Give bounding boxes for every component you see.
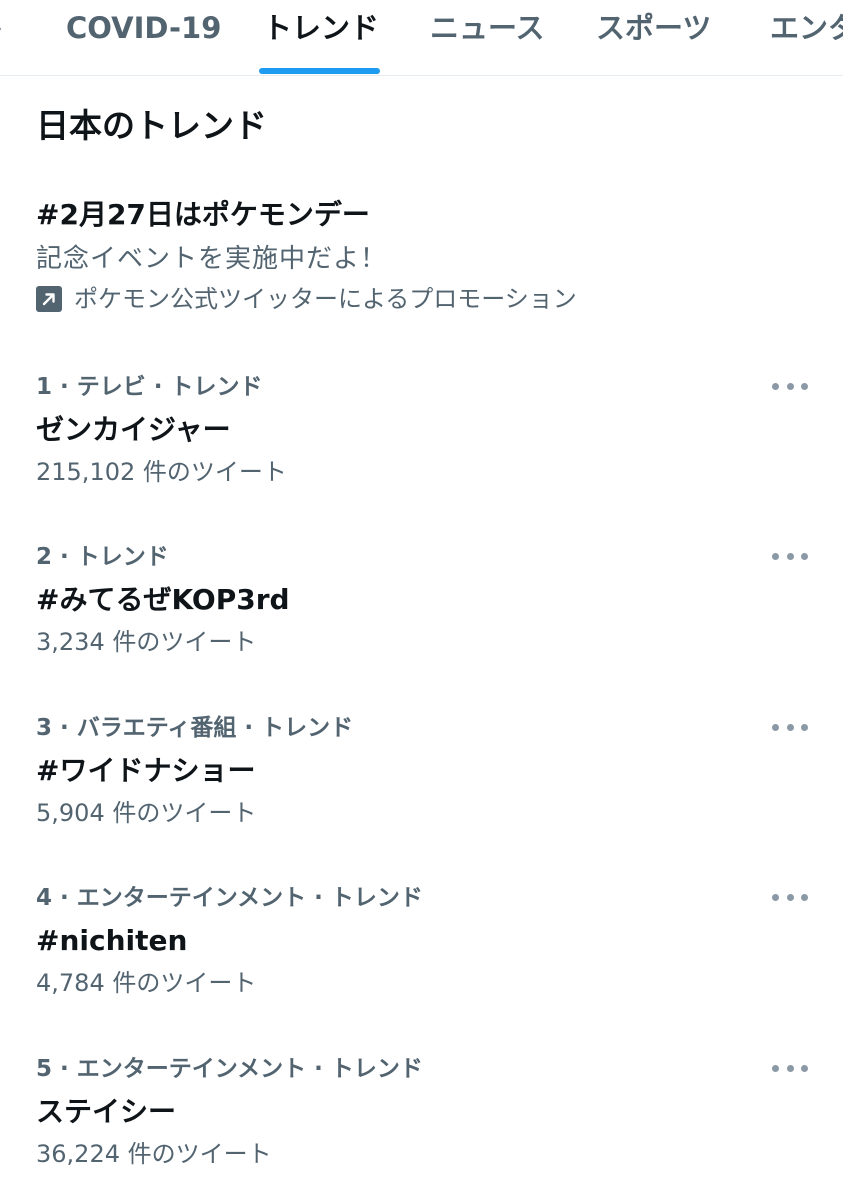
trend-name[interactable]: ステイシー: [36, 1092, 816, 1132]
trend-tweet-count: 5,904 件のツイート: [36, 799, 257, 827]
trend-meta: 2 · トレンド: [36, 544, 169, 570]
active-tab-indicator: [259, 68, 380, 74]
trend-item-2[interactable]: 2 · トレンド #みてるぜKOP3rd 3,234 件のツイート: [36, 540, 816, 680]
trend-tweet-count: 3,234 件のツイート: [36, 628, 257, 656]
trend-item-1[interactable]: 1 · テレビ · トレンド ゼンカイジャー 215,102 件のツイート: [36, 370, 816, 510]
more-options-icon[interactable]: [772, 376, 808, 396]
scroll-left-chevron-icon[interactable]: ›: [0, 8, 3, 48]
trend-name[interactable]: ゼンカイジャー: [36, 410, 816, 450]
tab-entertainment[interactable]: エンタ: [770, 8, 843, 48]
trend-item-3[interactable]: 3 · バラエティ番組 · トレンド #ワイドナショー 5,904 件のツイート: [36, 711, 816, 851]
more-options-icon[interactable]: [772, 717, 808, 737]
tab-trends[interactable]: トレンド: [263, 8, 379, 48]
trend-meta: 5 · エンターテインメント · トレンド: [36, 1056, 423, 1082]
promoted-by-text: ポケモン公式ツイッターによるプロモーション: [74, 285, 577, 313]
trend-name[interactable]: #ワイドナショー: [36, 751, 816, 791]
trend-meta: 3 · バラエティ番組 · トレンド: [36, 715, 354, 741]
more-options-icon[interactable]: [772, 1058, 808, 1078]
trend-name[interactable]: #nichiten: [36, 921, 816, 961]
trend-item-5[interactable]: 5 · エンターテインメント · トレンド ステイシー 36,224 件のツイー…: [36, 1052, 816, 1192]
promoted-by-line: ポケモン公式ツイッターによるプロモーション: [36, 281, 816, 317]
promoted-trend[interactable]: #2月27日はポケモンデー 記念イベントを実施中だよ！ ポケモン公式ツイッターに…: [36, 195, 816, 317]
explore-tab-bar: › COVID-19 トレンド ニュース スポーツ エンタ: [0, 0, 843, 76]
tab-sports[interactable]: スポーツ: [596, 8, 711, 48]
promoted-trend-description: 記念イベントを実施中だよ！: [36, 244, 388, 274]
trend-name[interactable]: #みてるぜKOP3rd: [36, 580, 816, 620]
trend-meta: 1 · テレビ · トレンド: [36, 374, 263, 400]
promoted-trend-title[interactable]: #2月27日はポケモンデー: [36, 195, 816, 235]
trend-tweet-count: 36,224 件のツイート: [36, 1140, 272, 1168]
tab-covid-19[interactable]: COVID-19: [66, 8, 221, 48]
tab-news[interactable]: ニュース: [430, 8, 545, 48]
trend-meta: 4 · エンターテインメント · トレンド: [36, 885, 423, 911]
trend-tweet-count: 215,102 件のツイート: [36, 458, 287, 486]
section-title: 日本のトレンド: [36, 106, 267, 145]
more-options-icon[interactable]: [772, 546, 808, 566]
trend-item-4[interactable]: 4 · エンターテインメント · トレンド #nichiten 4,784 件の…: [36, 881, 816, 1021]
trend-tweet-count: 4,784 件のツイート: [36, 969, 257, 997]
more-options-icon[interactable]: [772, 887, 808, 907]
promoted-arrow-icon: [36, 286, 62, 312]
